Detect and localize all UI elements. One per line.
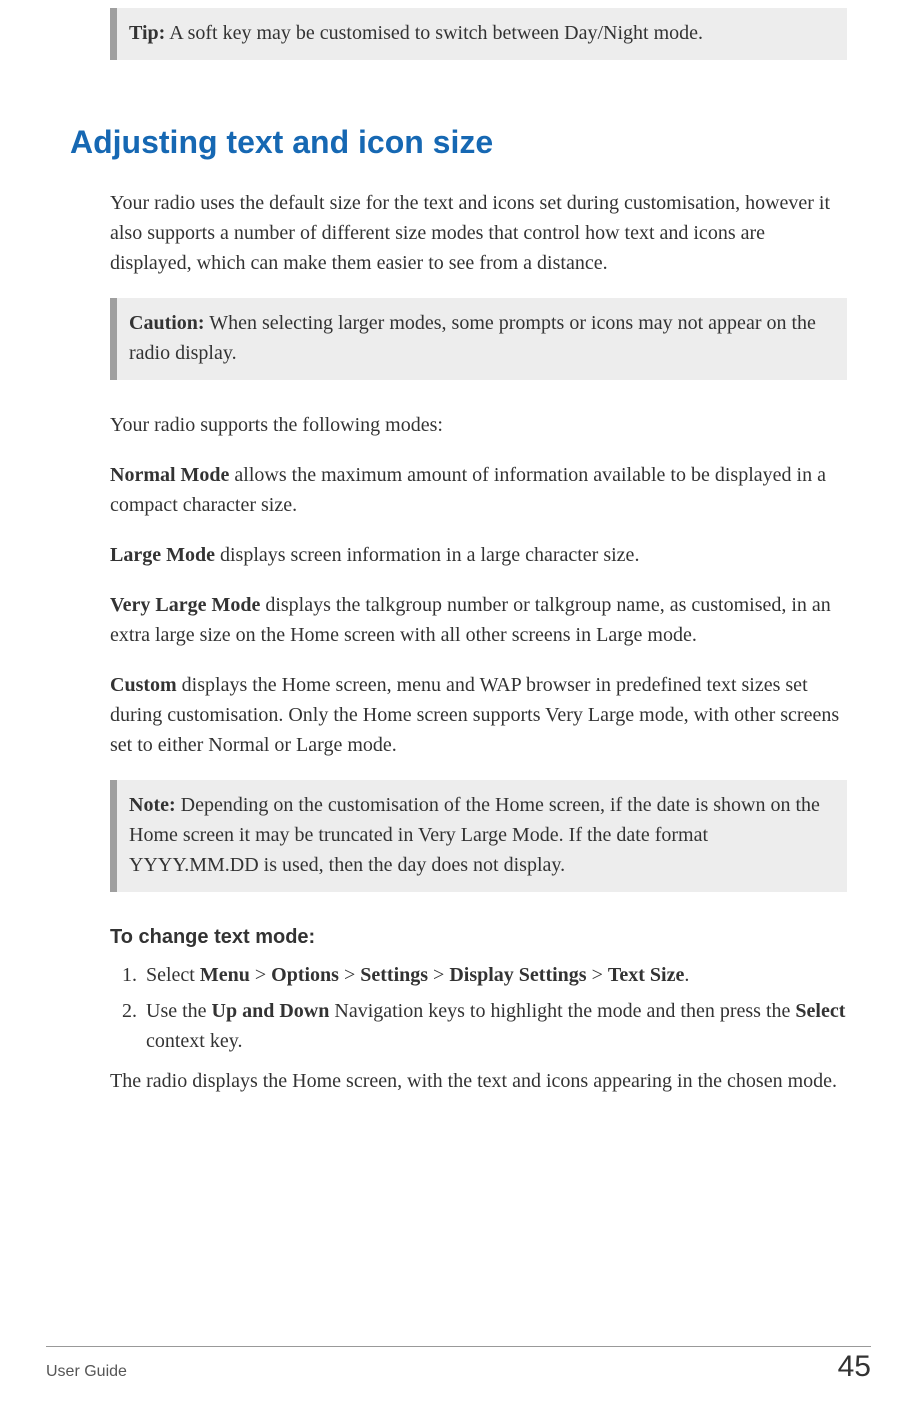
- step-2: Use the Up and Down Navigation keys to h…: [142, 996, 847, 1056]
- content-indent-top: Tip: A soft key may be customised to swi…: [110, 8, 847, 60]
- mode-large: Large Mode displays screen information i…: [110, 540, 847, 570]
- step2-mid: Navigation keys to highlight the mode an…: [329, 1000, 795, 1022]
- modes-intro: Your radio supports the following modes:: [110, 410, 847, 440]
- content-indent-body: Your radio uses the default size for the…: [110, 188, 847, 1096]
- mode-custom: Custom displays the Home screen, menu an…: [110, 670, 847, 760]
- step1-pre: Select: [146, 964, 200, 986]
- step-1: Select Menu > Options > Settings > Displ…: [142, 960, 847, 990]
- mode-normal-name: Normal Mode: [110, 464, 229, 486]
- note-text: Depending on the customisation of the Ho…: [129, 794, 820, 876]
- mode-very-large-name: Very Large Mode: [110, 594, 260, 616]
- step1-post: .: [684, 964, 689, 986]
- mode-normal: Normal Mode allows the maximum amount of…: [110, 460, 847, 520]
- footer-doc-title: User Guide: [46, 1360, 127, 1384]
- intro-paragraph: Your radio uses the default size for the…: [110, 188, 847, 278]
- mode-very-large: Very Large Mode displays the talkgroup n…: [110, 590, 847, 650]
- page-footer: User Guide 45: [46, 1344, 871, 1389]
- note-label: Note:: [129, 794, 176, 816]
- step2-b2: Select: [795, 1000, 845, 1022]
- mode-large-rest: displays screen information in a large c…: [215, 544, 639, 566]
- step1-s3: >: [428, 964, 449, 986]
- note-callout: Note: Depending on the customisation of …: [110, 780, 847, 892]
- step1-b5: Text Size: [608, 964, 684, 986]
- tip-label: Tip:: [129, 22, 165, 44]
- tip-text: A soft key may be customised to switch b…: [169, 22, 703, 44]
- step1-b2: Options: [271, 964, 339, 986]
- mode-large-name: Large Mode: [110, 544, 215, 566]
- step2-b1: Up and Down: [212, 1000, 330, 1022]
- procedure-result: The radio displays the Home screen, with…: [110, 1066, 847, 1096]
- procedure-steps: Select Menu > Options > Settings > Displ…: [110, 960, 847, 1056]
- mode-custom-name: Custom: [110, 674, 177, 696]
- procedure-title: To change text mode:: [110, 922, 847, 952]
- caution-callout: Caution: When selecting larger modes, so…: [110, 298, 847, 380]
- step1-s4: >: [587, 964, 608, 986]
- footer-page-number: 45: [838, 1344, 871, 1389]
- page-content: Tip: A soft key may be customised to swi…: [0, 0, 917, 1096]
- caution-text: When selecting larger modes, some prompt…: [129, 312, 816, 364]
- step1-b3: Settings: [360, 964, 428, 986]
- caution-label: Caution:: [129, 312, 205, 334]
- step1-s2: >: [339, 964, 360, 986]
- step2-post: context key.: [146, 1030, 242, 1052]
- step1-b1: Menu: [200, 964, 250, 986]
- step1-s1: >: [250, 964, 271, 986]
- step2-pre: Use the: [146, 1000, 212, 1022]
- section-heading: Adjusting text and icon size: [70, 118, 847, 166]
- step1-b4: Display Settings: [449, 964, 586, 986]
- mode-custom-rest: displays the Home screen, menu and WAP b…: [110, 674, 839, 756]
- tip-callout: Tip: A soft key may be customised to swi…: [110, 8, 847, 60]
